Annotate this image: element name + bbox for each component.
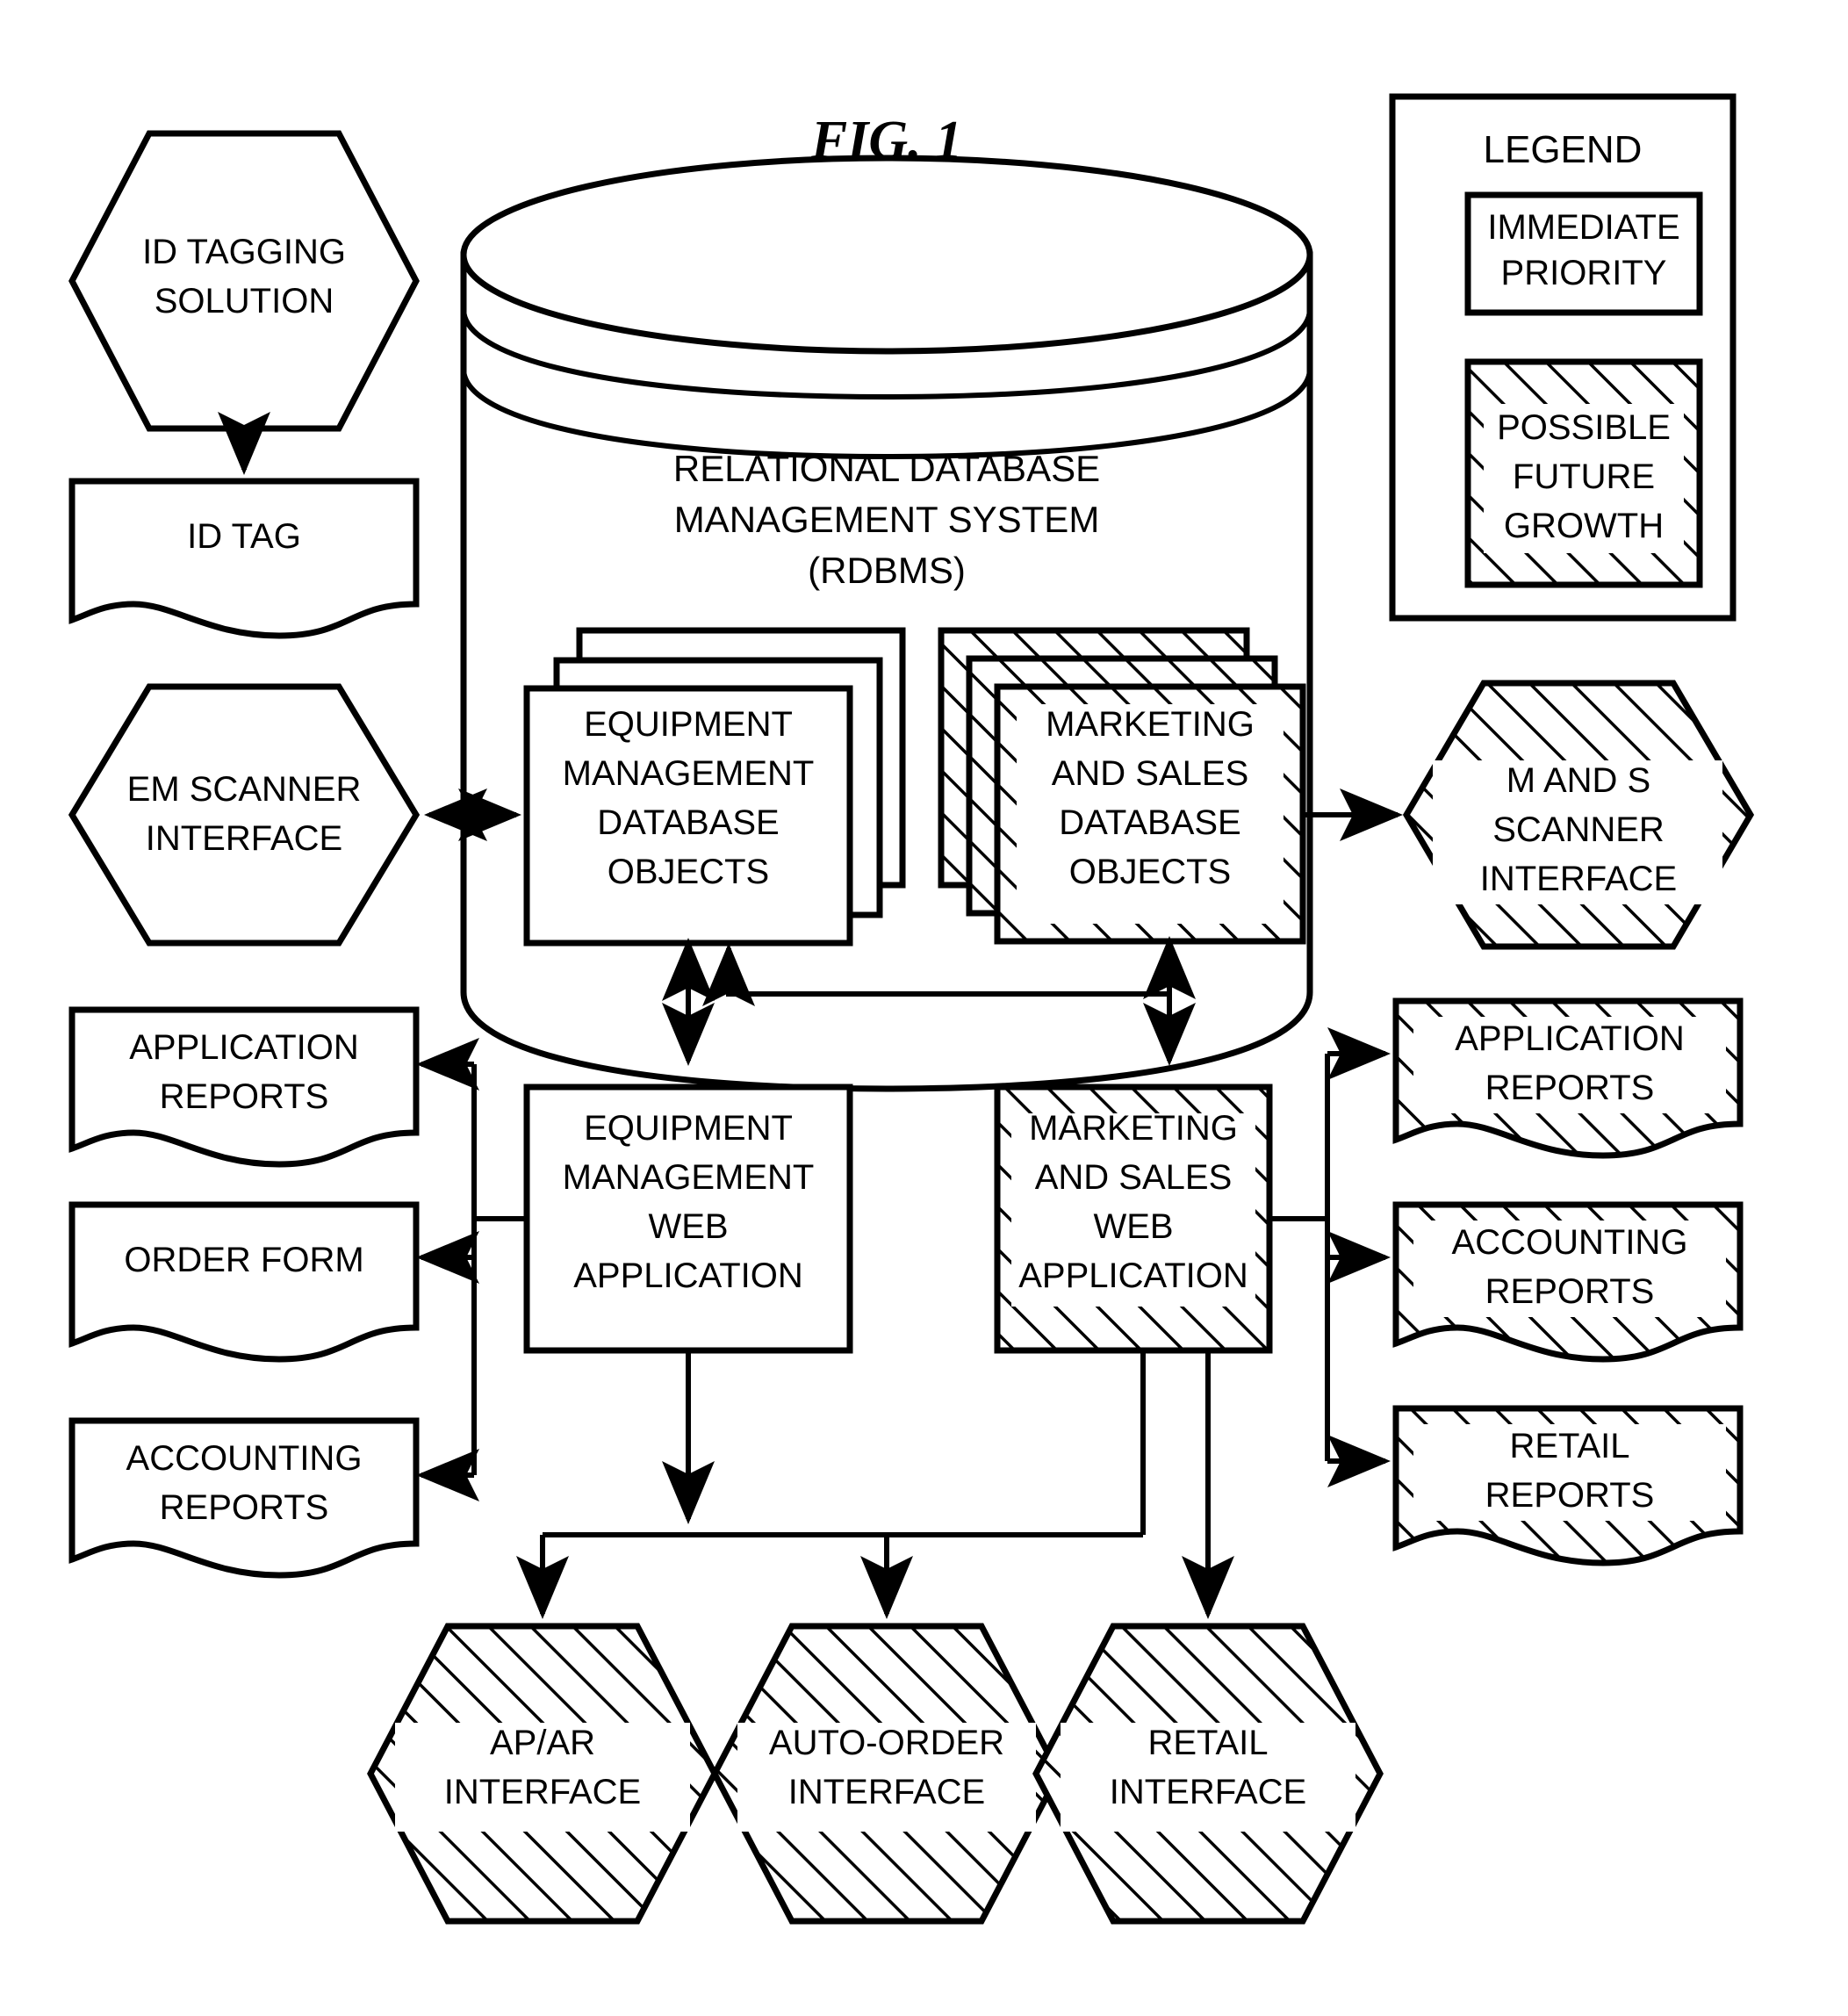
em-application-reports-label-l2: REPORTS bbox=[160, 1077, 329, 1116]
order-form-label-l1: ORDER FORM bbox=[124, 1241, 363, 1279]
retail-interface-label-l1: RETAIL bbox=[1147, 1724, 1268, 1762]
figure-page: FIG. 1 LEGEND IMMEDIATE PRIORITY POSSIBL… bbox=[0, 0, 1848, 2016]
ms-accounting-reports-label-l1: ACCOUNTING bbox=[1452, 1223, 1688, 1262]
retail-interface: RETAIL INTERFACE bbox=[1032, 1623, 1384, 1925]
ms-db-objects-label-l2: AND SALES bbox=[1052, 754, 1249, 793]
em-scanner-interface-label-l1: EM SCANNER bbox=[127, 770, 362, 809]
id-tagging-solution: ID TAGGING SOLUTION bbox=[68, 130, 420, 432]
ms-web-application-label-l2: AND SALES bbox=[1035, 1158, 1233, 1197]
em-web-application-label-l4: APPLICATION bbox=[573, 1256, 803, 1295]
em-db-objects: EQUIPMENT MANAGEMENT DATABASE OBJECTS bbox=[523, 627, 906, 947]
legend: LEGEND IMMEDIATE PRIORITY POSSIBLE FUTUR… bbox=[1389, 93, 1737, 622]
em-scanner-interface-shape bbox=[68, 683, 421, 947]
rdbms-label-l1: RELATIONAL DATABASE bbox=[673, 448, 1100, 489]
rdbms-label-l3: (RDBMS) bbox=[808, 550, 966, 591]
ms-db-objects: MARKETING AND SALES DATABASE OBJECTS bbox=[938, 627, 1306, 945]
ms-web-application-label-l1: MARKETING bbox=[1029, 1109, 1238, 1148]
em-accounting-reports-label-l1: ACCOUNTING bbox=[126, 1439, 363, 1478]
auto-order-interface-label-l1: AUTO-ORDER bbox=[769, 1724, 1004, 1762]
legend-label-future-l2: FUTURE bbox=[1513, 457, 1655, 496]
figure-canvas: FIG. 1 LEGEND IMMEDIATE PRIORITY POSSIBL… bbox=[68, 93, 1755, 1925]
em-db-objects-label-l4: OBJECTS bbox=[608, 853, 769, 891]
id-tagging-solution-shape bbox=[68, 130, 420, 432]
ms-application-reports-label-l2: REPORTS bbox=[1485, 1069, 1655, 1107]
ms-web-application: MARKETING AND SALES WEB APPLICATION bbox=[994, 1084, 1273, 1354]
ms-db-objects-label-l4: OBJECTS bbox=[1069, 853, 1231, 891]
em-scanner-interface-label-l2: INTERFACE bbox=[146, 819, 342, 858]
id-tag-label-l1: ID TAG bbox=[187, 517, 301, 556]
apar-interface-label-l1: AP/AR bbox=[490, 1724, 595, 1762]
legend-label-immediate-l1: IMMEDIATE bbox=[1487, 208, 1679, 247]
em-scanner-interface: EM SCANNER INTERFACE bbox=[68, 683, 421, 947]
em-web-application-label-l2: MANAGEMENT bbox=[563, 1158, 815, 1197]
legend-title: LEGEND bbox=[1484, 128, 1643, 171]
rdbms-label-l2: MANAGEMENT SYSTEM bbox=[674, 499, 1100, 540]
order-form-shape bbox=[68, 1201, 420, 1363]
ms-web-application-label-l4: APPLICATION bbox=[1018, 1256, 1248, 1295]
id-tagging-solution-label-l2: SOLUTION bbox=[155, 282, 334, 320]
rdbms-cylinder: RELATIONAL DATABASE MANAGEMENT SYSTEM (R… bbox=[460, 155, 1313, 1092]
ms-db-objects-label-l3: DATABASE bbox=[1059, 803, 1240, 842]
em-accounting-reports: ACCOUNTING REPORTS bbox=[68, 1417, 420, 1579]
ms-scanner-interface-label-l1: M AND S bbox=[1506, 761, 1650, 800]
connector-ms-right-bus-vertical bbox=[1269, 1054, 1330, 1221]
auto-order-interface: AUTO-ORDER INTERFACE bbox=[711, 1623, 1062, 1925]
em-application-reports-label-l1: APPLICATION bbox=[129, 1028, 359, 1067]
em-application-reports: APPLICATION REPORTS bbox=[68, 1006, 420, 1168]
em-web-application-label-l1: EQUIPMENT bbox=[584, 1109, 793, 1148]
ms-db-objects-label-l1: MARKETING bbox=[1046, 705, 1255, 744]
apar-interface: AP/AR INTERFACE bbox=[367, 1623, 718, 1925]
id-tagging-solution-label-l1: ID TAGGING bbox=[142, 233, 346, 271]
ms-retail-reports: RETAIL REPORTS bbox=[1392, 1405, 1744, 1566]
em-web-application: EQUIPMENT MANAGEMENT WEB APPLICATION bbox=[523, 1084, 853, 1354]
id-tag-shape bbox=[68, 478, 420, 639]
ms-accounting-reports: ACCOUNTING REPORTS bbox=[1392, 1201, 1744, 1363]
ms-scanner-interface: M AND S SCANNER INTERFACE bbox=[1402, 680, 1755, 950]
rdbms-disc-top bbox=[460, 155, 1313, 355]
legend-label-immediate-l2: PRIORITY bbox=[1501, 254, 1667, 292]
ms-retail-reports-label-l1: RETAIL bbox=[1509, 1427, 1629, 1465]
ms-accounting-reports-label-l2: REPORTS bbox=[1485, 1272, 1655, 1311]
em-db-objects-label-l1: EQUIPMENT bbox=[584, 705, 793, 744]
order-form: ORDER FORM bbox=[68, 1201, 420, 1363]
retail-interface-label-l2: INTERFACE bbox=[1110, 1773, 1306, 1811]
em-db-objects-label-l2: MANAGEMENT bbox=[563, 754, 815, 793]
legend-label-future-l3: GROWTH bbox=[1504, 507, 1664, 545]
connector-em-left-bus-vertical bbox=[471, 1064, 527, 1221]
apar-interface-label-l2: INTERFACE bbox=[444, 1773, 641, 1811]
ms-retail-reports-label-l2: REPORTS bbox=[1485, 1476, 1655, 1515]
legend-label-future-l1: POSSIBLE bbox=[1497, 408, 1671, 447]
ms-web-application-label-l3: WEB bbox=[1093, 1207, 1173, 1246]
ms-scanner-interface-label-l3: INTERFACE bbox=[1480, 860, 1677, 898]
em-web-application-label-l3: WEB bbox=[648, 1207, 728, 1246]
ms-scanner-interface-label-l2: SCANNER bbox=[1492, 810, 1665, 849]
ms-application-reports: APPLICATION REPORTS bbox=[1392, 997, 1744, 1159]
id-tag: ID TAG bbox=[68, 478, 420, 639]
ms-application-reports-label-l1: APPLICATION bbox=[1455, 1019, 1685, 1058]
auto-order-interface-label-l2: INTERFACE bbox=[788, 1773, 985, 1811]
em-db-objects-label-l3: DATABASE bbox=[597, 803, 779, 842]
em-accounting-reports-label-l2: REPORTS bbox=[160, 1488, 329, 1527]
